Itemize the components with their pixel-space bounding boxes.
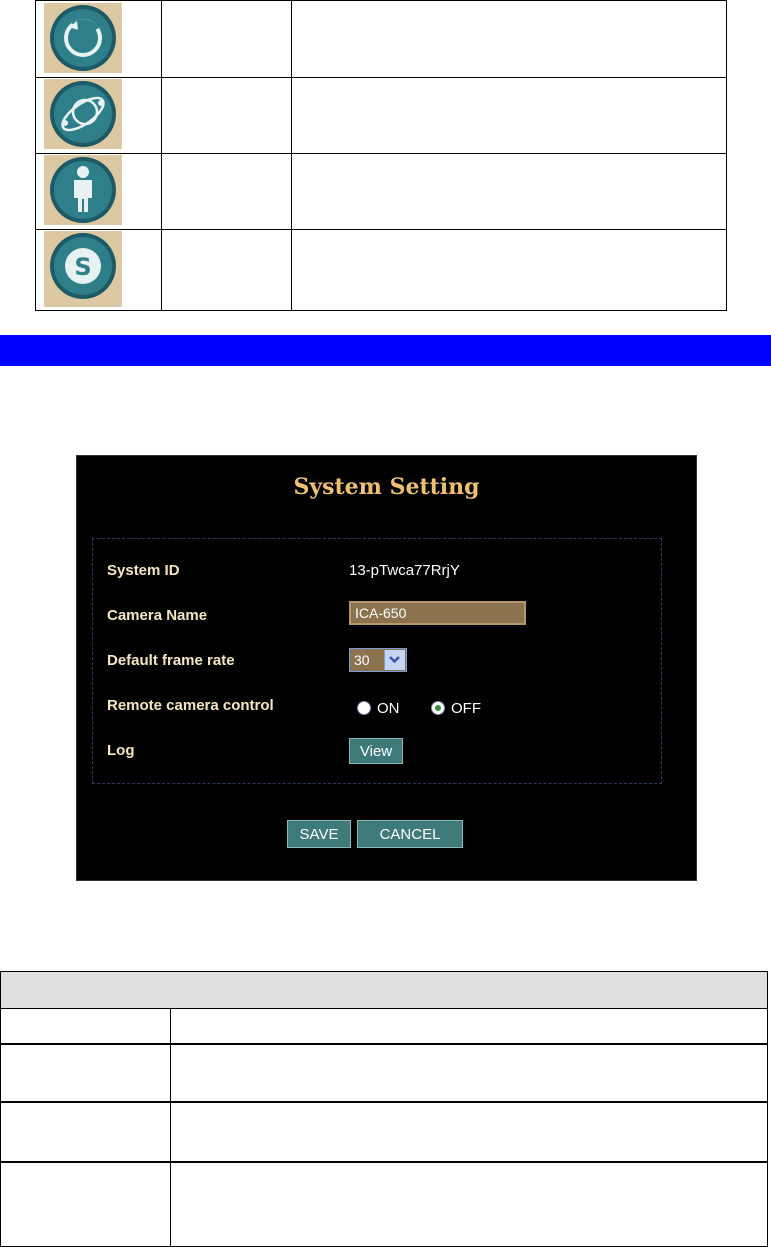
radio-on-label: ON — [377, 700, 400, 717]
radio-on[interactable] — [357, 701, 371, 715]
table-header — [1, 972, 767, 1009]
orbit-icon — [50, 81, 116, 147]
table-row — [1, 1045, 767, 1103]
table-row — [1, 1163, 767, 1246]
frame-rate-label: Default frame rate — [107, 652, 235, 669]
table-row — [1, 1009, 767, 1045]
system-id-value: 13-pTwca77RrjY — [349, 562, 460, 579]
cancel-button[interactable]: CANCEL — [357, 820, 463, 848]
icon-table-row — [36, 1, 726, 78]
remote-control-label: Remote camera control — [107, 697, 274, 714]
icon-table-row: S — [36, 230, 726, 310]
table-row — [1, 1103, 767, 1163]
radio-selected-dot — [435, 705, 441, 711]
icon-table-row — [36, 78, 726, 154]
chevron-down-icon[interactable] — [384, 650, 405, 670]
system-setting-panel: System Setting System ID 13-pTwca77RrjY … — [76, 455, 697, 881]
save-button[interactable]: SAVE — [287, 820, 351, 848]
icon-table-row — [36, 154, 726, 230]
frame-rate-value: 30 — [354, 652, 370, 668]
camera-name-label: Camera Name — [107, 607, 208, 624]
view-log-button[interactable]: View — [349, 738, 403, 764]
frame-rate-select[interactable]: 30 — [349, 648, 407, 672]
s-letter-icon: S — [50, 233, 116, 299]
radio-off-label: OFF — [451, 700, 481, 717]
field-description-table — [0, 971, 768, 1247]
icon-legend-table: S — [35, 0, 727, 311]
rotate-circle-icon — [50, 5, 116, 71]
log-label: Log — [107, 742, 135, 759]
camera-name-input[interactable] — [349, 601, 526, 625]
page-title: System Setting — [293, 474, 480, 500]
section-heading-bar — [0, 335, 771, 366]
radio-off[interactable] — [431, 701, 445, 715]
system-id-label: System ID — [107, 562, 180, 579]
person-icon — [50, 157, 116, 223]
svg-text:S: S — [74, 253, 91, 281]
